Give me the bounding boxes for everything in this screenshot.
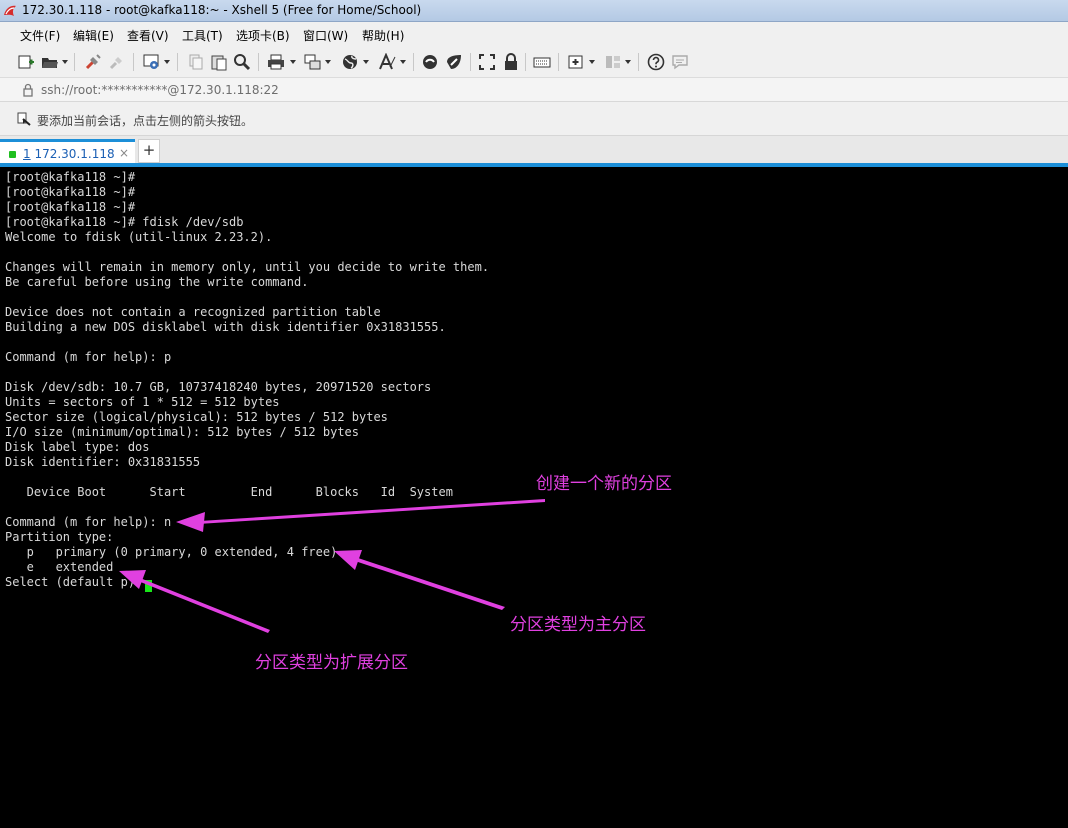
terminal-line: e extended	[5, 560, 114, 574]
terminal-line: p primary (0 primary, 0 extended, 4 free…	[5, 545, 338, 559]
title-bar: 172.30.1.118 - root@kafka118:~ - Xshell …	[0, 0, 1068, 22]
toolbar	[0, 46, 1068, 78]
globe-dropdown-icon[interactable]	[363, 60, 369, 64]
terminal-line: Units = sectors of 1 * 512 = 512 bytes	[5, 395, 280, 409]
address-text[interactable]: ssh://root:***********@172.30.1.118:22	[41, 83, 279, 97]
toolbar-separator	[258, 53, 259, 71]
connect-icon[interactable]	[84, 53, 102, 71]
transfer-icon[interactable]	[304, 53, 322, 71]
toolbar-separator	[525, 53, 526, 71]
xshell-app-icon[interactable]	[2, 3, 18, 19]
tab-label[interactable]: 1 172.30.1.118	[23, 147, 115, 161]
print-dropdown-icon[interactable]	[290, 60, 296, 64]
terminal-line: Building a new DOS disklabel with disk i…	[5, 320, 446, 334]
session-hint-bar: 要添加当前会话，点击左侧的箭头按钮。	[0, 102, 1068, 136]
globe-icon[interactable]	[341, 53, 359, 71]
terminal-line: Disk label type: dos	[5, 440, 150, 454]
connected-status-icon	[9, 151, 16, 158]
menu-bar: 文件(F) 编辑(E) 查看(V) 工具(T) 选项卡(B) 窗口(W) 帮助(…	[0, 22, 1068, 46]
add-session-arrow-icon[interactable]	[17, 112, 31, 126]
menu-tabs[interactable]: 选项卡(B)	[236, 27, 290, 44]
annotation-primary-partition: 分区类型为主分区	[510, 615, 646, 635]
font-icon[interactable]	[378, 53, 396, 71]
toolbar-separator	[74, 53, 75, 71]
toolbar-separator	[470, 53, 471, 71]
disconnect-icon[interactable]	[108, 53, 126, 71]
terminal-line: I/O size (minimum/optimal): 512 bytes / …	[5, 425, 360, 439]
layout-icon[interactable]	[604, 53, 622, 71]
tab-host: 172.30.1.118	[30, 147, 115, 161]
properties-icon[interactable]	[143, 53, 161, 71]
session-hint-text: 要添加当前会话，点击左侧的箭头按钮。	[37, 114, 254, 128]
address-bar[interactable]: ssh://root:***********@172.30.1.118:22	[0, 78, 1068, 102]
window-title: 172.30.1.118 - root@kafka118:~ - Xshell …	[22, 3, 422, 17]
menu-edit[interactable]: 编辑(E)	[73, 27, 114, 44]
terminal-line: Device does not contain a recognized par…	[5, 305, 381, 319]
terminal-line: Be careful before using the write comman…	[5, 275, 309, 289]
terminal-line: Command (m for help): p	[5, 350, 172, 364]
toolbar-separator	[133, 53, 134, 71]
menu-window[interactable]: 窗口(W)	[303, 27, 348, 44]
lock-icon[interactable]	[502, 53, 520, 71]
add-tab-button[interactable]: +	[138, 139, 160, 163]
new-tab-dropdown-icon[interactable]	[589, 60, 595, 64]
keyboard-icon[interactable]	[533, 53, 551, 71]
copy-icon[interactable]	[187, 53, 205, 71]
terminal-line: [root@kafka118 ~]# fdisk /dev/sdb	[5, 215, 244, 229]
tab-close-icon[interactable]: ×	[119, 146, 129, 160]
layout-dropdown-icon[interactable]	[625, 60, 631, 64]
terminal-line: [root@kafka118 ~]#	[5, 200, 136, 214]
terminal-line: Changes will remain in memory only, unti…	[5, 260, 490, 274]
ssh-lock-icon	[23, 83, 33, 97]
xftp-icon[interactable]	[421, 53, 439, 71]
help-icon[interactable]	[647, 53, 665, 71]
toolbar-separator	[558, 53, 559, 71]
annotation-extended-partition: 分区类型为扩展分区	[255, 653, 408, 673]
find-icon[interactable]	[233, 53, 251, 71]
terminal[interactable]: [root@kafka118 ~]# [root@kafka118 ~]# [r…	[0, 167, 1068, 828]
toolbar-separator	[413, 53, 414, 71]
terminal-line: Device Boot Start End Blocks Id System	[5, 485, 453, 499]
open-folder-icon[interactable]	[41, 53, 59, 71]
terminal-line: [root@kafka118 ~]#	[5, 170, 136, 184]
chat-icon[interactable]	[671, 53, 689, 71]
transfer-dropdown-icon[interactable]	[325, 60, 331, 64]
menu-file[interactable]: 文件(F)	[20, 27, 60, 44]
toolbar-separator	[177, 53, 178, 71]
properties-dropdown-icon[interactable]	[164, 60, 170, 64]
fullscreen-icon[interactable]	[478, 53, 496, 71]
terminal-line: Command (m for help): n	[5, 515, 172, 529]
terminal-line: Select (default p):	[5, 575, 150, 589]
menu-view[interactable]: 查看(V)	[127, 27, 169, 44]
print-icon[interactable]	[267, 53, 285, 71]
new-tab-icon[interactable]	[567, 53, 585, 71]
terminal-line: Disk /dev/sdb: 10.7 GB, 10737418240 byte…	[5, 380, 432, 394]
xmanager-icon[interactable]	[445, 53, 463, 71]
toolbar-separator	[638, 53, 639, 71]
terminal-cursor	[145, 580, 152, 592]
new-session-icon[interactable]	[17, 53, 35, 71]
terminal-line: Partition type:	[5, 530, 114, 544]
paste-icon[interactable]	[210, 53, 228, 71]
tab-index: 1	[23, 147, 31, 161]
menu-help[interactable]: 帮助(H)	[362, 27, 404, 44]
terminal-line: Sector size (logical/physical): 512 byte…	[5, 410, 388, 424]
terminal-line: Disk identifier: 0x31831555	[5, 455, 201, 469]
open-dropdown-icon[interactable]	[62, 60, 68, 64]
annotation-new-partition: 创建一个新的分区	[536, 474, 672, 494]
terminal-line: Welcome to fdisk (util-linux 2.23.2).	[5, 230, 273, 244]
menu-tools[interactable]: 工具(T)	[182, 27, 223, 44]
terminal-line: [root@kafka118 ~]#	[5, 185, 136, 199]
font-dropdown-icon[interactable]	[400, 60, 406, 64]
